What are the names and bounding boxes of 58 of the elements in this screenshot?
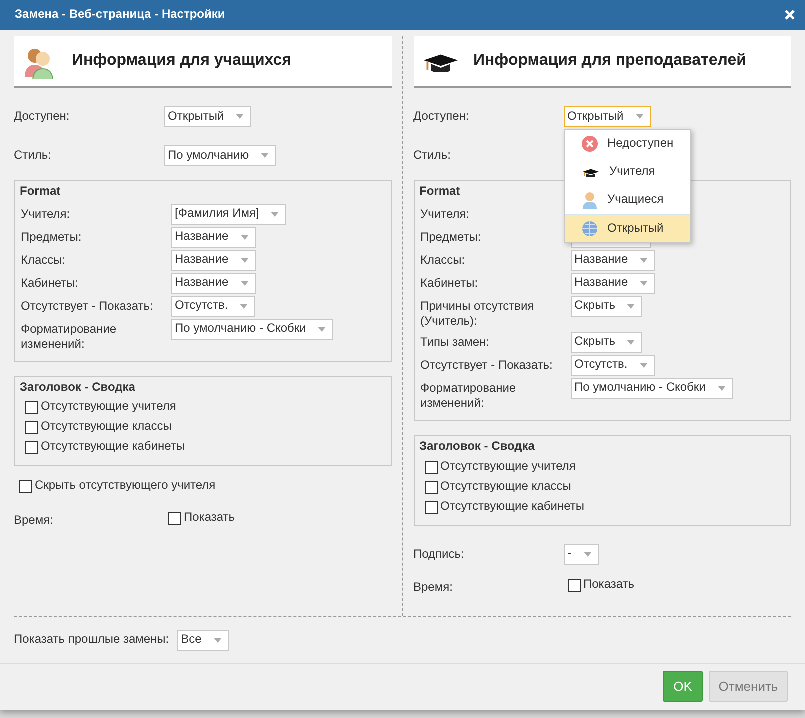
dropdown[interactable]: По умолчанию - Скобки [570,378,733,399]
dropdown[interactable]: Название [171,250,256,271]
checkbox-label: Отсутствующие классы [440,478,572,494]
group-title: Заголовок - Сводка [420,438,536,455]
checkbox-label: Отсутствующие кабинеты [41,439,186,455]
field-label: Предметы: [21,228,83,246]
field-label: Классы: [420,252,466,268]
field-label: Учителя: [420,206,471,222]
dropdown[interactable]: Название [171,272,256,294]
field-label: Отсутствует - Показать: [420,356,554,374]
section-title: Информация для преподавателей [474,51,746,71]
field-label: Доступен: [414,108,470,125]
checkbox-label: Показать [584,576,635,592]
field-label: Кабинеты: [21,274,80,292]
menu-item[interactable]: Учителя [564,158,690,186]
window-title: Замена - Веб-страница - Настройки [15,7,226,23]
dropdown[interactable]: - [564,544,598,565]
field-label: Предметы: [420,228,482,246]
dropdown[interactable]: Название [570,250,656,271]
checkbox-label: Отсутствующие кабинеты [440,498,585,514]
field-label: Стиль: [14,147,52,164]
checkbox-label: Скрыть отсутствующего учителя [35,478,216,494]
checkbox-label: Показать [184,510,236,526]
field-label: Доступен: [14,108,71,125]
dropdown[interactable]: По умолчанию [164,145,276,166]
checkbox-label: Отсутствующие учителя [41,399,176,415]
field-label: Классы: [21,252,67,268]
group-title: Заголовок - Сводка [20,380,136,396]
dropdown[interactable]: Все [177,630,229,650]
menu-item[interactable]: Недоступен [564,130,690,158]
group-title: Format [20,184,62,200]
dropdown[interactable]: Открытый [564,106,651,127]
field-label: Типы замен: [420,334,491,350]
dropdown[interactable]: Скрыть [570,296,642,317]
dropdown[interactable]: [Фамилия Имя] [171,204,286,225]
dropdown[interactable]: Открытый [164,106,252,127]
dropdown[interactable]: Отсутств. [171,296,256,317]
field-label: Причины отсутствия (Учитель): [420,298,536,330]
dropdown[interactable]: Скрыть [570,332,642,353]
field-label: Время: [14,512,54,529]
dropdown[interactable]: Название [570,272,656,294]
dropdown[interactable]: По умолчанию - Скобки [171,318,334,340]
checkbox-label: Отсутствующие классы [41,419,172,435]
field-label: Время: [414,578,454,596]
field-label: Учителя: [21,206,72,222]
menu-item[interactable]: Учащиеся [564,186,690,214]
checkbox-label: Отсутствующие учителя [440,458,576,474]
menu-item[interactable]: Открытый [564,214,690,242]
field-label: Отсутствует - Показать: [21,298,154,314]
dropdown[interactable]: Отсутств. [570,354,655,376]
section-title: Информация для учащихся [72,51,292,71]
field-label: Форматирование изменений: [21,320,118,353]
field-label: Форматирование изменений: [420,380,518,412]
field-label: Кабинеты: [420,274,480,292]
dropdown[interactable]: Название [171,226,256,248]
field-label: Стиль: [414,147,452,164]
field-label: Показать прошлые замены: [14,632,170,648]
field-label: Подпись: [414,546,466,562]
